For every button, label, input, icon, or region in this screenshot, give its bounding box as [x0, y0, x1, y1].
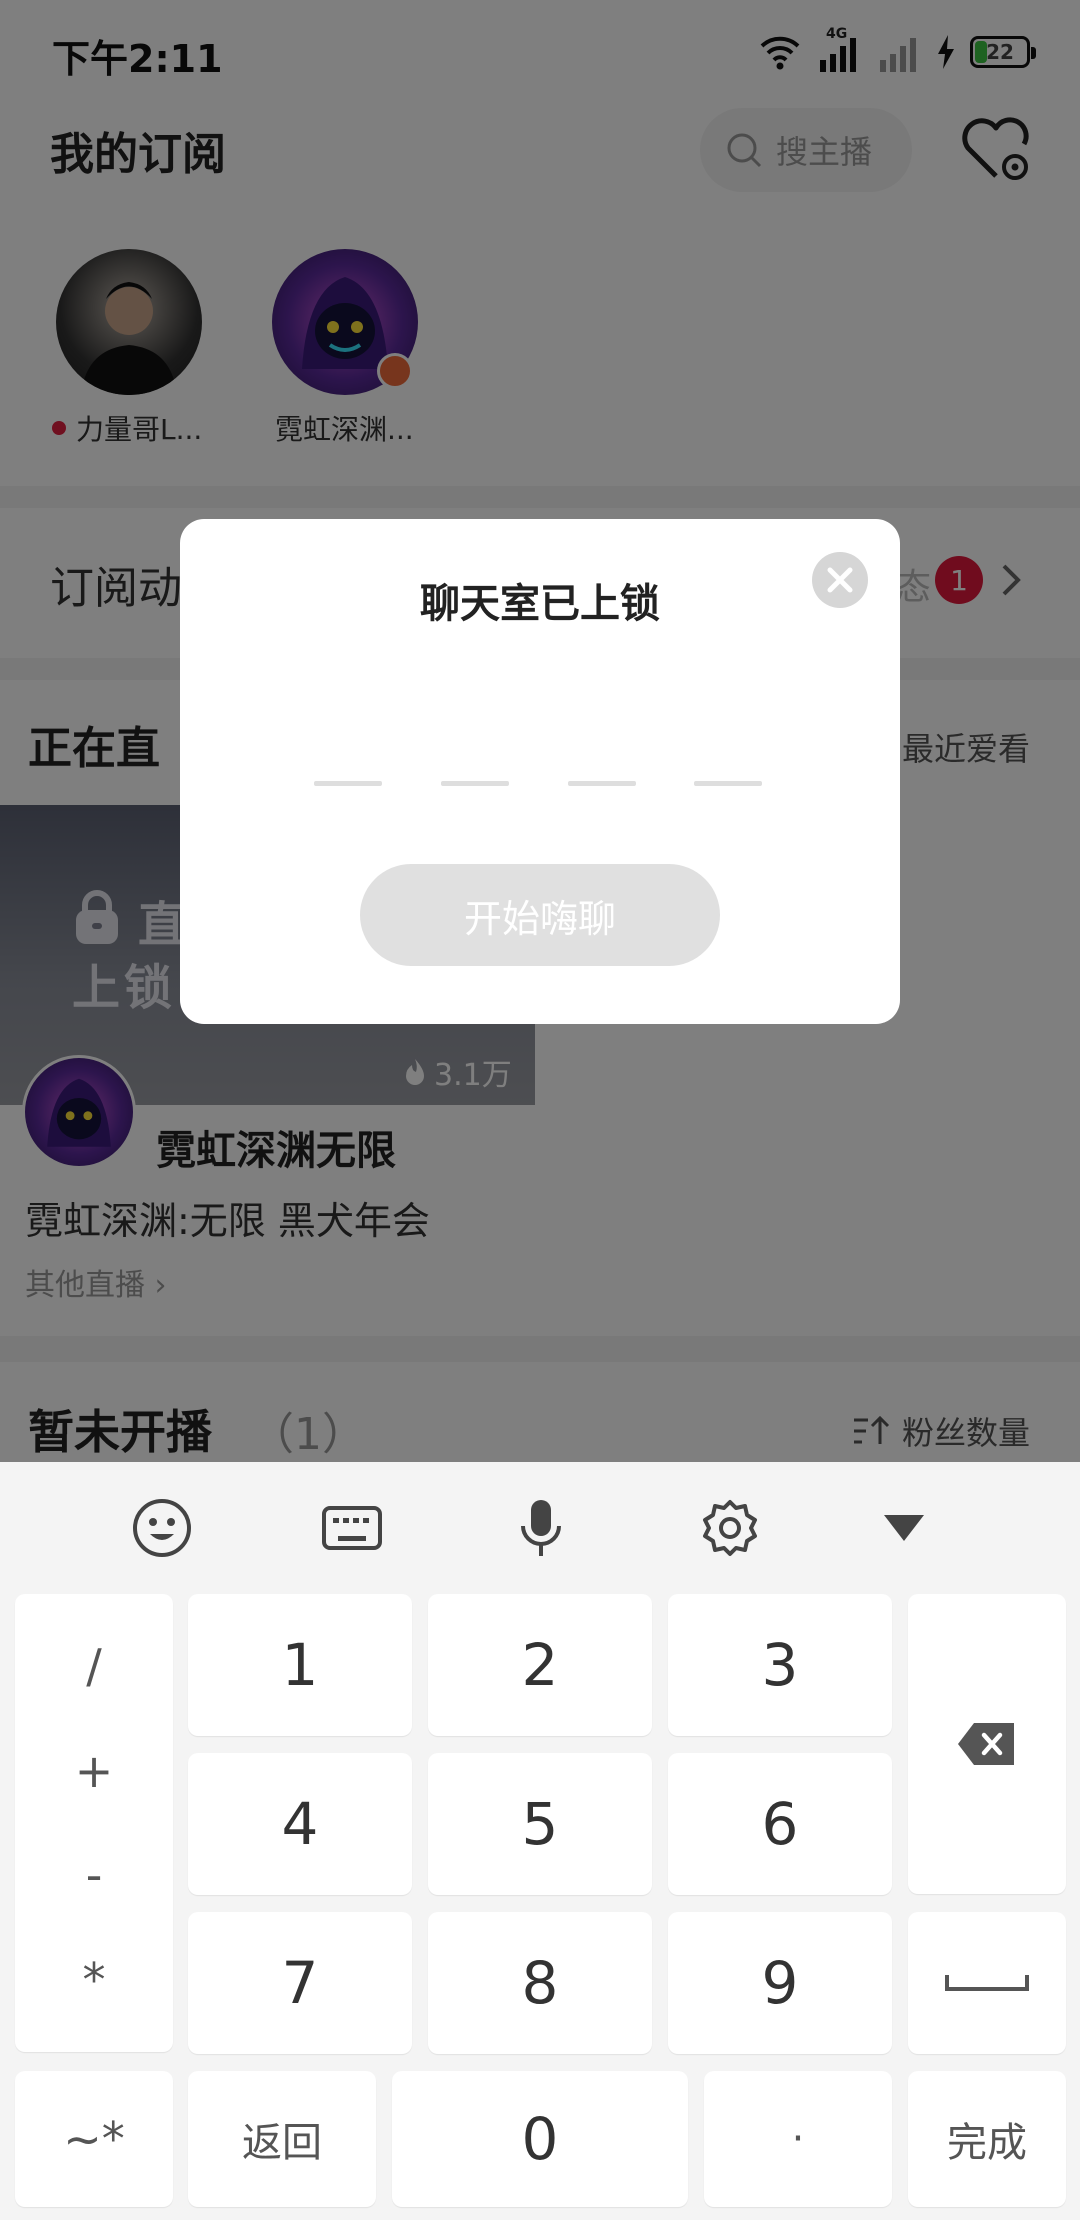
pin-digit-1[interactable] — [314, 781, 382, 786]
microphone-icon — [521, 1500, 561, 1556]
key-1[interactable]: 1 — [188, 1594, 412, 1736]
backspace-icon — [958, 1723, 1014, 1765]
key-minus[interactable]: - — [86, 1848, 103, 1902]
key-2[interactable]: 2 — [428, 1594, 652, 1736]
key-0[interactable]: 0 — [392, 2071, 688, 2207]
back-key[interactable]: 返回 — [188, 2071, 376, 2207]
pin-digit-4[interactable] — [694, 781, 762, 786]
emoji-button[interactable] — [126, 1492, 198, 1564]
key-3[interactable]: 3 — [668, 1594, 892, 1736]
pin-digit-3[interactable] — [568, 781, 636, 786]
symbol-column[interactable]: / + - * — [15, 1594, 173, 2052]
keyboard-switch-button[interactable] — [316, 1492, 388, 1564]
lock-dialog: 聊天室已上锁 开始嗨聊 — [180, 519, 900, 1024]
key-8[interactable]: 8 — [428, 1912, 652, 2054]
keyboard-settings-button[interactable] — [694, 1492, 766, 1564]
numeric-keyboard: / + - * 1 2 3 4 5 6 7 8 9 ~* 返回 0 · 完成 — [0, 1462, 1080, 2220]
key-7[interactable]: 7 — [188, 1912, 412, 2054]
key-6[interactable]: 6 — [668, 1753, 892, 1895]
hide-keyboard-button[interactable] — [868, 1492, 940, 1564]
start-chat-button[interactable]: 开始嗨聊 — [360, 864, 720, 966]
close-button[interactable] — [812, 552, 868, 608]
backspace-key[interactable] — [908, 1594, 1066, 1894]
emoji-icon — [133, 1499, 191, 1557]
close-icon — [827, 567, 853, 593]
key-dot[interactable]: · — [704, 2071, 892, 2207]
voice-input-button[interactable] — [505, 1492, 577, 1564]
pin-digit-2[interactable] — [441, 781, 509, 786]
keyboard-icon — [322, 1506, 382, 1550]
triangle-down-icon — [884, 1515, 924, 1541]
battery-level: 22 — [986, 40, 1014, 64]
key-9[interactable]: 9 — [668, 1912, 892, 2054]
gear-icon — [703, 1500, 757, 1556]
key-tilde-star[interactable]: ~* — [15, 2071, 173, 2207]
space-key[interactable] — [908, 1912, 1066, 2054]
key-plus[interactable]: + — [75, 1744, 114, 1798]
space-icon — [945, 1975, 1029, 1991]
key-5[interactable]: 5 — [428, 1753, 652, 1895]
key-asterisk[interactable]: * — [83, 1953, 106, 2007]
dialog-title: 聊天室已上锁 — [420, 581, 660, 627]
key-slash[interactable]: / — [86, 1639, 102, 1693]
done-key[interactable]: 完成 — [908, 2071, 1066, 2207]
key-4[interactable]: 4 — [188, 1753, 412, 1895]
